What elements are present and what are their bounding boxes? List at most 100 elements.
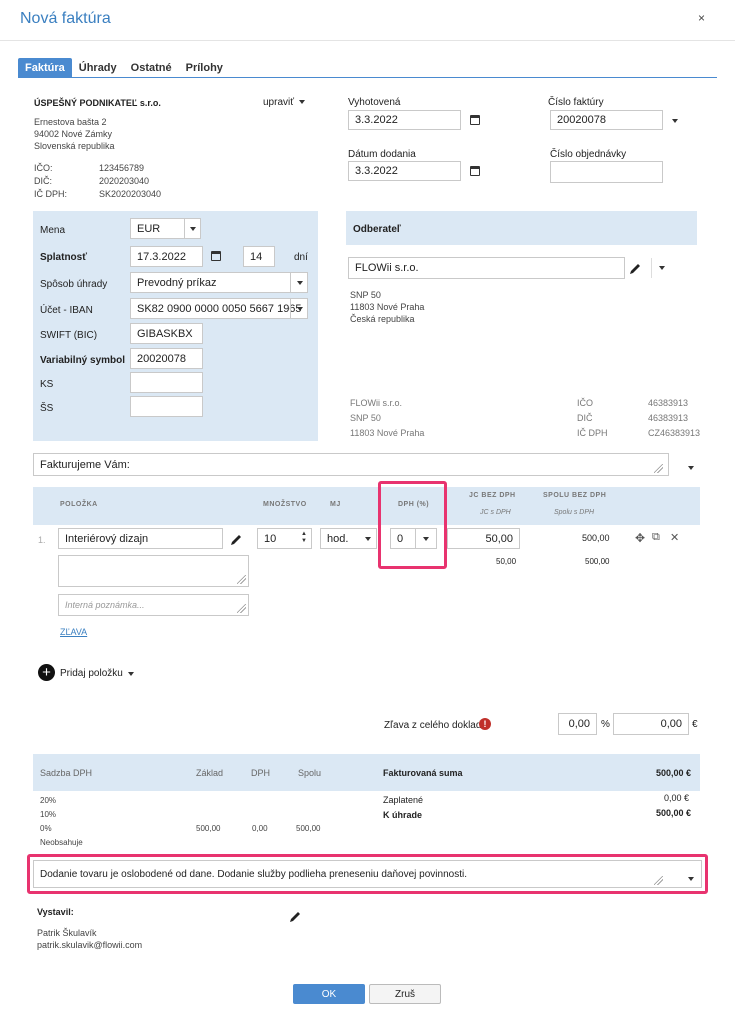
cancel-button[interactable]: Zruš — [369, 984, 441, 1004]
customer-ico-label: IČO — [577, 398, 594, 408]
item-name-input[interactable]: Interiérový dizajn — [58, 528, 223, 549]
edit-supplier-link[interactable]: upraviť — [263, 97, 294, 108]
chevron-down-icon[interactable] — [297, 281, 303, 285]
col-total-vat: Spolu s DPH — [554, 509, 595, 516]
currency-label: Mena — [40, 225, 66, 236]
customer-icdph-label: IČ DPH — [577, 428, 608, 438]
order-number-label: Číslo objednávky — [550, 149, 627, 160]
rate-0-vat: 0,00 — [252, 824, 268, 833]
invoiced-label: Fakturovaná suma — [383, 768, 463, 778]
customer-icdph: CZ46383913 — [648, 428, 701, 438]
total-header: Spolu — [298, 768, 322, 778]
close-icon[interactable]: × — [698, 11, 705, 25]
chevron-down-icon[interactable] — [190, 227, 196, 231]
intro-textarea[interactable]: Fakturujeme Vám: — [33, 453, 669, 476]
invoice-number-input[interactable]: 20020078 — [550, 110, 663, 130]
delivery-date-input[interactable]: 3.3.2022 — [348, 161, 461, 181]
stepper-arrows-icon[interactable]: ▲ ▼ — [301, 531, 307, 545]
customer-header-label: Odberateľ — [353, 224, 401, 235]
vat-header: DPH — [251, 768, 271, 778]
tab-faktura[interactable]: Faktúra — [18, 58, 72, 78]
col-quantity: MNOŽSTVO — [263, 501, 307, 508]
unit-price-input[interactable]: 50,00 — [447, 528, 520, 549]
resize-handle-icon[interactable] — [654, 464, 663, 473]
ss-input[interactable] — [130, 396, 203, 417]
supplier-ico: 123456789 — [99, 163, 145, 173]
customer-dic-label: DIČ — [577, 413, 593, 423]
invoice-number-label: Číslo faktúry — [548, 97, 604, 108]
discount-amount-input[interactable]: 0,00 — [613, 713, 689, 735]
billing-name: FLOWii s.r.o. — [350, 398, 403, 408]
swift-label: SWIFT (BIC) — [40, 330, 98, 341]
chevron-down-icon[interactable] — [672, 119, 678, 123]
swift-input[interactable]: GIBASKBX — [130, 323, 203, 344]
due-days-input[interactable]: 14 — [243, 246, 275, 267]
invoiced-amount: 500,00 € — [656, 768, 692, 778]
rate-0: 0% — [40, 824, 52, 833]
move-icon[interactable]: ✥ — [635, 531, 645, 545]
supplier-dic-label: DIČ: — [34, 176, 52, 186]
base-header: Základ — [196, 768, 224, 778]
order-number-input[interactable] — [550, 161, 663, 183]
rate-20: 20% — [40, 796, 57, 805]
iban-select[interactable]: SK82 0900 0000 0050 5667 1965 — [130, 298, 308, 319]
tab-prilohy[interactable]: Prílohy — [179, 58, 230, 78]
vat-rate-header: Sadzba DPH — [40, 768, 93, 778]
calendar-icon[interactable] — [470, 115, 480, 125]
chevron-down-icon[interactable] — [659, 266, 665, 270]
days-unit: dní — [294, 252, 308, 263]
unit-price-vat: 50,00 — [496, 557, 517, 566]
chevron-down-icon[interactable] — [299, 100, 305, 104]
copy-icon[interactable]: ⧉ — [652, 531, 660, 544]
ks-input[interactable] — [130, 372, 203, 393]
supplier-icdph: SK2020203040 — [99, 189, 162, 199]
tab-uhrady[interactable]: Úhrady — [72, 58, 124, 78]
item-number: 1. — [38, 535, 46, 545]
supplier-dic: 2020203040 — [99, 176, 150, 186]
tab-underline — [18, 77, 717, 78]
chevron-down-icon[interactable] — [297, 307, 303, 311]
col-item: POLOŽKA — [60, 501, 98, 508]
issuer-email: patrik.skulavik@flowii.com — [37, 940, 143, 950]
discount-percent-input[interactable]: 0,00 — [558, 713, 597, 735]
vs-label: Variabilný symbol — [40, 355, 126, 366]
chevron-down-icon[interactable] — [365, 537, 371, 541]
chevron-down-icon[interactable] — [128, 672, 134, 676]
billing-address-2: 11803 Nové Praha — [350, 428, 425, 438]
billing-address-1: SNP 50 — [350, 413, 381, 423]
item-description-textarea[interactable] — [58, 555, 249, 587]
col-total: SPOLU BEZ DPH — [543, 492, 607, 499]
calendar-icon[interactable] — [211, 251, 221, 261]
rate-10: 10% — [40, 810, 57, 819]
rate-none: Neobsahuje — [40, 838, 83, 847]
vs-input[interactable]: 20020078 — [130, 348, 203, 369]
issued-date-input[interactable]: 3.3.2022 — [348, 110, 461, 130]
payment-method-select[interactable]: Prevodný príkaz — [130, 272, 308, 293]
pencil-icon[interactable] — [629, 262, 642, 275]
supplier-name: ÚSPEŠNÝ PODNIKATEĽ s.r.o. — [34, 98, 161, 108]
customer-ico: 46383913 — [648, 398, 689, 408]
ss-label: ŠS — [40, 403, 54, 414]
euro-unit: € — [692, 719, 698, 730]
tab-bar: Faktúra Úhrady Ostatné Prílohy — [18, 58, 230, 78]
rate-0-base: 500,00 — [196, 824, 221, 833]
ok-button[interactable]: OK — [293, 984, 365, 1004]
customer-input[interactable]: FLOWii s.r.o. — [348, 257, 625, 279]
supplier-icdph-label: IČ DPH: — [34, 189, 68, 199]
tab-ostatne[interactable]: Ostatné — [124, 58, 179, 78]
calendar-icon[interactable] — [470, 166, 480, 176]
paid-label: Zaplatené — [383, 795, 424, 805]
due-date-input[interactable]: 17.3.2022 — [130, 246, 203, 267]
add-item-button[interactable]: Pridaj položku — [60, 668, 123, 679]
summary-header — [33, 754, 700, 791]
delete-icon[interactable]: ✕ — [670, 531, 679, 544]
rate-0-total: 500,00 — [296, 824, 321, 833]
chevron-down-icon[interactable] — [688, 466, 694, 470]
resize-handle-icon[interactable] — [237, 604, 246, 613]
internal-note-input[interactable]: Interná poznámka... — [58, 594, 249, 616]
pencil-icon[interactable] — [230, 533, 243, 546]
add-icon[interactable]: + — [38, 664, 55, 681]
resize-handle-icon[interactable] — [237, 575, 246, 584]
discount-link[interactable]: ZĽAVA — [60, 627, 87, 637]
pencil-icon[interactable] — [289, 910, 302, 923]
